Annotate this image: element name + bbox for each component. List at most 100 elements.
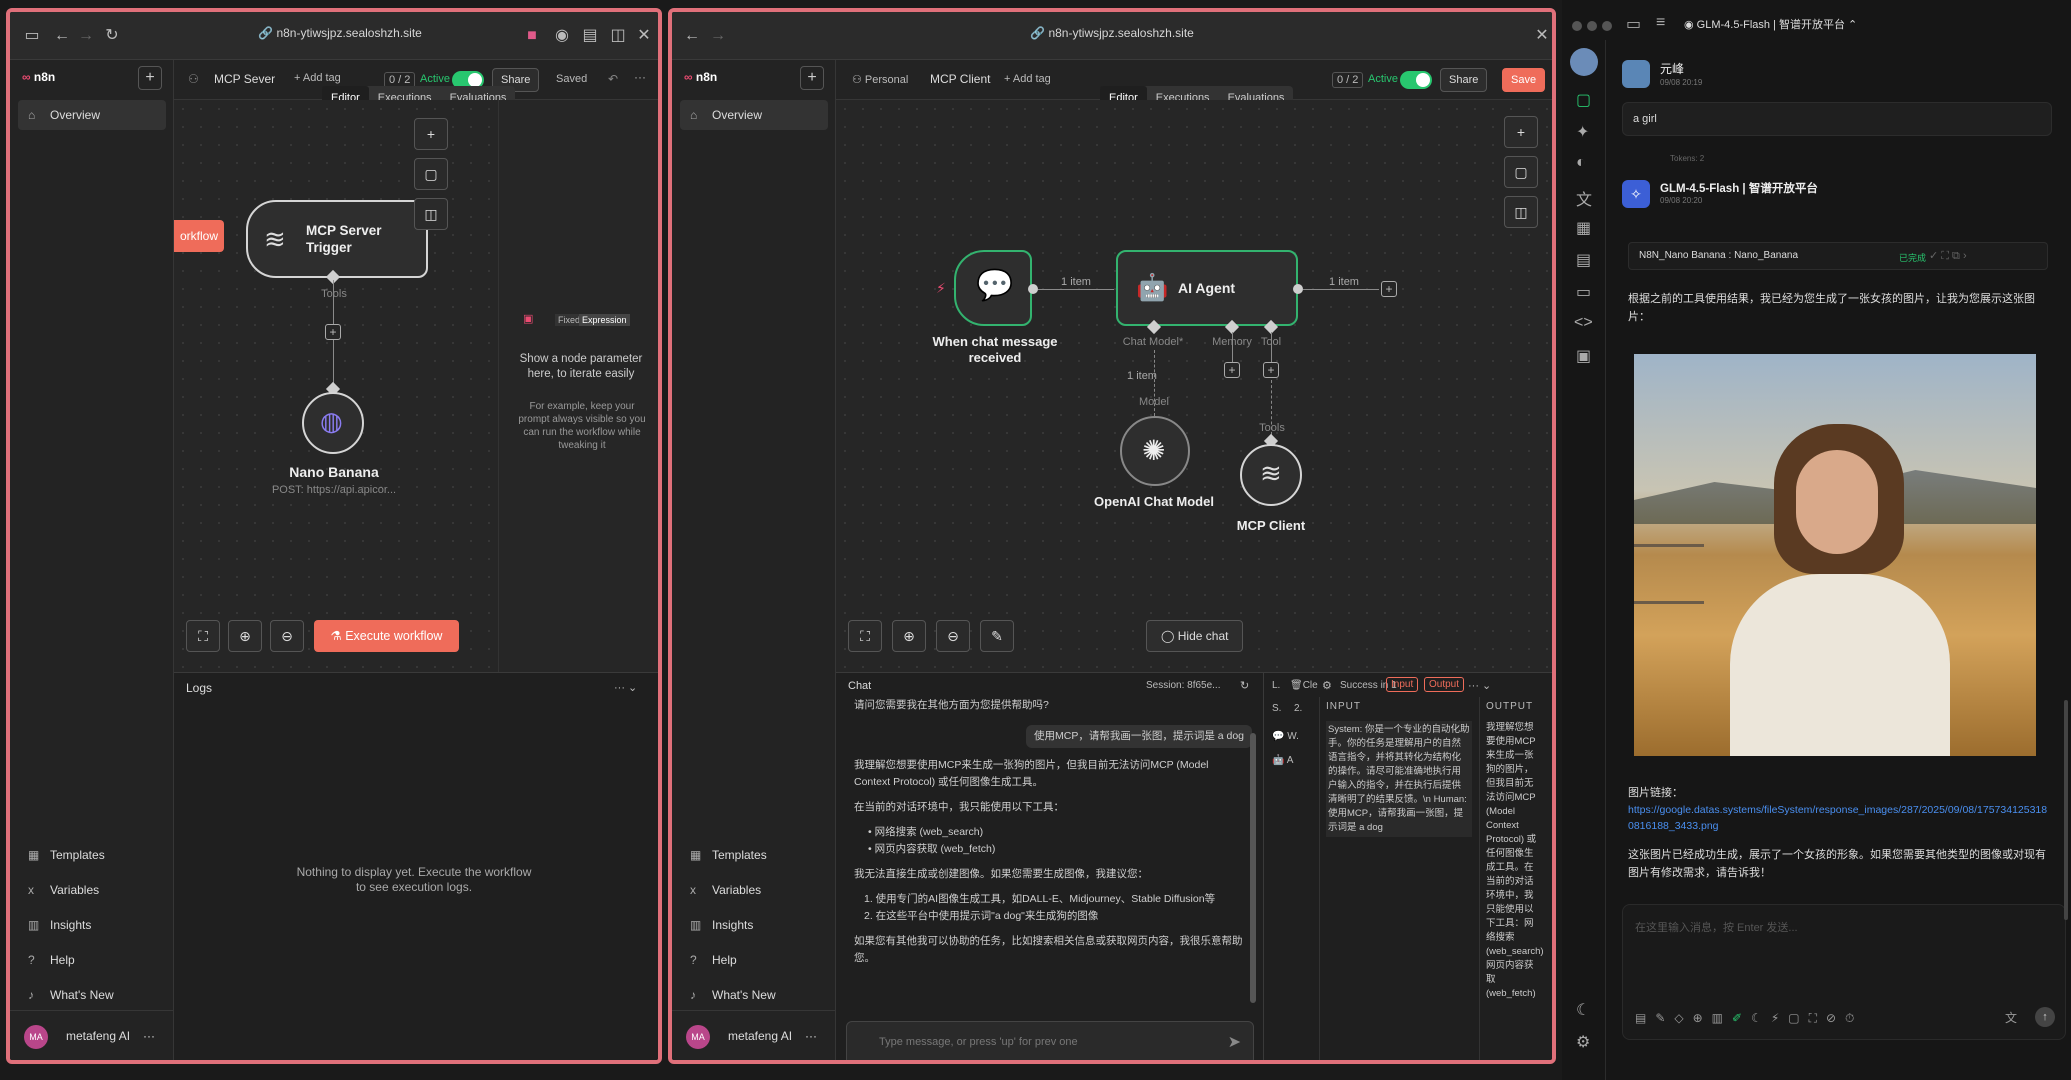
fit-view-button[interactable]: ⛶ — [848, 620, 882, 652]
back-icon[interactable]: ← — [52, 26, 72, 46]
generated-image[interactable] — [1634, 354, 2036, 756]
chat-scrollbar[interactable] — [1250, 733, 1256, 1003]
more-icon[interactable]: ··· — [143, 1011, 155, 1060]
menu-icon[interactable]: ≡ — [1656, 14, 1665, 32]
sidebar-item-overview[interactable]: ⌂ Overview — [680, 100, 828, 130]
translate-icon[interactable]: 文 — [1576, 186, 1592, 210]
n8n-logo[interactable]: ∞ n8n — [22, 70, 55, 84]
palette-icon[interactable]: ◐ — [1576, 154, 1586, 172]
split-icon[interactable]: ◫ — [608, 26, 628, 46]
forward-icon[interactable]: → — [708, 26, 728, 46]
fit-view-button[interactable]: ⛶ — [186, 620, 220, 652]
output-toggle[interactable]: Output — [1424, 677, 1465, 692]
forward-icon[interactable]: → — [76, 26, 96, 46]
workflow-title[interactable]: MCP Client — [930, 72, 990, 86]
share-button[interactable]: Share — [1440, 68, 1488, 92]
sidebar-item-whats-new[interactable]: ♪ What's New — [18, 980, 166, 1010]
tool-actions-icon[interactable]: ✓ ⛶ ⧉ › — [1929, 249, 1967, 263]
address-bar[interactable]: 🔗 n8n-ytiwsjpz.sealoshzh.site — [1012, 26, 1212, 40]
workflow-title[interactable]: MCP Sever — [214, 72, 275, 86]
clear-button[interactable]: 🗑Cle — [1290, 680, 1318, 691]
add-tool-button[interactable]: + — [325, 324, 341, 340]
user-menu[interactable]: MA metafeng AI ··· — [10, 1010, 173, 1060]
tree-item-agent[interactable]: 🤖 A — [1272, 755, 1293, 766]
user-menu[interactable]: MA metafeng AI ··· — [672, 1010, 835, 1060]
save-button[interactable]: Save — [1502, 68, 1546, 92]
user-avatar[interactable] — [1570, 48, 1598, 76]
sidebar-item-overview[interactable]: ⌂ Overview — [18, 100, 166, 130]
close-icon[interactable]: ✕ — [1532, 26, 1552, 46]
create-button[interactable]: + — [138, 66, 162, 90]
zoom-out-button[interactable]: ⊖ — [936, 620, 970, 652]
execute-workflow-button[interactable]: ⚗ Execute workflow — [314, 620, 459, 652]
sidebar-toggle-icon[interactable]: ▭ — [22, 26, 42, 46]
zoom-out-button[interactable]: ⊖ — [270, 620, 304, 652]
nano-banana-node[interactable]: ◍ — [302, 392, 364, 454]
n8n-logo[interactable]: ∞ n8n — [684, 70, 717, 84]
sidebar-item-insights[interactable]: ▥ Insights — [18, 910, 166, 940]
code-icon[interactable]: <> — [1574, 314, 1593, 332]
settings-icon[interactable]: ⚙ — [1576, 1032, 1590, 1052]
sidebar-item-help[interactable]: ? Help — [18, 945, 166, 975]
address-bar[interactable]: 🔗 n8n-ytiwsjpz.sealoshzh.site — [240, 26, 440, 40]
sparkle-icon[interactable]: ✦ — [1576, 122, 1589, 142]
folder-icon[interactable]: ▭ — [1576, 282, 1591, 302]
moon-icon[interactable]: ☾ — [1576, 1000, 1590, 1020]
add-node-button[interactable]: + — [1504, 116, 1538, 148]
expression-toggle[interactable]: Expression — [579, 314, 630, 326]
sidebar-item-help[interactable]: ? Help — [680, 945, 828, 975]
sidebar-item-variables[interactable]: x Variables — [18, 875, 166, 905]
add-tag-link[interactable]: + Add tag — [294, 72, 341, 84]
add-tool-button[interactable]: + — [1263, 362, 1279, 378]
logs-more-icon[interactable]: ··· ⌄ — [614, 681, 637, 694]
sidebar-item-templates[interactable]: ▦ Templates — [18, 840, 166, 870]
zoom-in-button[interactable]: ⊕ — [892, 620, 926, 652]
image-link[interactable]: https://google.datas.systems/fileSystem/… — [1628, 802, 2048, 834]
create-button[interactable]: + — [800, 66, 824, 90]
ai-agent-node[interactable]: 🤖 AI Agent — [1116, 250, 1298, 326]
extension-icon[interactable]: ■ — [522, 26, 542, 46]
right-scrollbar[interactable] — [2064, 700, 2068, 920]
chat-trigger-node[interactable]: 💬 — [954, 250, 1032, 326]
chat-input[interactable]: Type message, or press 'up' for prev one… — [846, 1021, 1254, 1060]
notes-icon[interactable]: ▣ — [1576, 346, 1591, 366]
more-icon[interactable]: ··· — [634, 70, 646, 84]
workflow-canvas[interactable]: ⚡ 💬 When chat message received 1 item 🤖 … — [836, 100, 1552, 672]
sidebar-toggle-icon[interactable]: ▭ — [1626, 14, 1641, 34]
workflow-tab-button[interactable]: orkflow — [174, 220, 224, 252]
sidebar-item-insights[interactable]: ▥ Insights — [680, 910, 828, 940]
translate-icon[interactable]: 文 — [2005, 1009, 2017, 1026]
active-toggle[interactable] — [1400, 71, 1432, 89]
add-tag-link[interactable]: + Add tag — [1004, 73, 1051, 85]
tree-item[interactable]: 2. — [1294, 703, 1302, 714]
grid-icon[interactable]: ▦ — [1576, 218, 1591, 238]
close-icon[interactable]: ✕ — [634, 26, 654, 46]
send-icon[interactable]: ➤ — [1228, 1032, 1241, 1052]
add-node-button[interactable]: + — [414, 118, 448, 150]
chat-icon[interactable]: ▢ — [1576, 90, 1591, 110]
tool-call-card[interactable]: N8N_Nano Banana : Nano_Banana 已完成 ✓ ⛶ ⧉ … — [1628, 242, 2048, 270]
history-icon[interactable]: ↶ — [608, 72, 618, 86]
reset-icon[interactable]: ↻ — [1240, 679, 1249, 692]
hide-chat-button[interactable]: ◯ Hide chat — [1146, 620, 1244, 652]
input-toggle[interactable]: Input — [1386, 677, 1419, 692]
send-button[interactable]: ↑ — [2035, 1007, 2055, 1027]
back-icon[interactable]: ← — [682, 26, 702, 46]
app-title[interactable]: ◉ GLM-4.5-Flash | 智谱开放平台 ⌃ — [1684, 16, 1857, 32]
sidebar-item-variables[interactable]: x Variables — [680, 875, 828, 905]
workflow-canvas[interactable]: orkflow ≋ MCP Server Trigger Tools + ◍ N… — [174, 100, 498, 672]
sidebar-item-templates[interactable]: ▦ Templates — [680, 840, 828, 870]
tree-item[interactable]: S. — [1272, 703, 1281, 714]
profile-icon[interactable]: ◉ — [552, 26, 572, 46]
panel-button[interactable]: ◫ — [414, 198, 448, 230]
file-icon[interactable]: ▤ — [1576, 250, 1591, 270]
panel-button[interactable]: ◫ — [1504, 196, 1538, 228]
add-memory-button[interactable]: + — [1224, 362, 1240, 378]
reader-icon[interactable]: ▤ — [580, 26, 600, 46]
log-more-icon[interactable]: ··· ⌄ — [1468, 679, 1491, 692]
add-next-node-button[interactable]: + — [1381, 281, 1397, 297]
tree-item-when-chat[interactable]: 💬 W. — [1272, 731, 1299, 742]
reload-icon[interactable]: ↻ — [102, 26, 122, 46]
openai-chat-model-node[interactable]: ✺ — [1120, 416, 1190, 486]
tidy-button[interactable]: ✎ — [980, 620, 1014, 652]
